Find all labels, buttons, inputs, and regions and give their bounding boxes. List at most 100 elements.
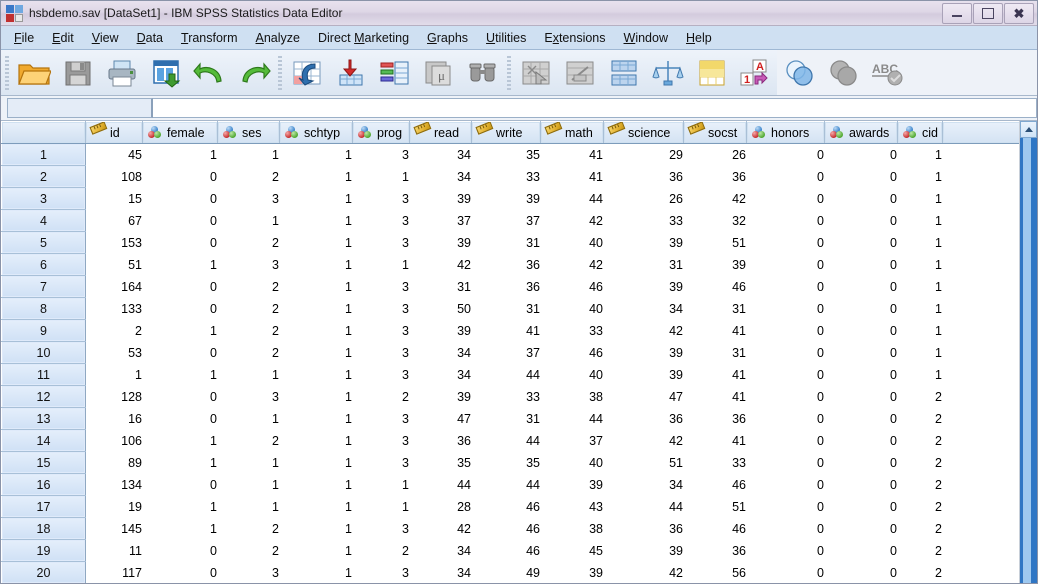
cell-science[interactable]: 44 [603,495,684,518]
cell-blank[interactable] [942,165,1019,188]
toolbar-grip[interactable] [5,55,9,90]
cell-write[interactable]: 46 [471,517,541,540]
cell-socst[interactable]: 46 [683,517,747,540]
cell-read[interactable]: 35 [409,451,472,474]
cell-ses[interactable]: 2 [217,231,280,254]
cell-ses[interactable]: 1 [217,451,280,474]
cell-cid[interactable]: 1 [897,165,943,188]
cell-female[interactable]: 1 [142,143,218,166]
cell-honors[interactable]: 0 [746,165,825,188]
cell-read[interactable]: 34 [409,143,472,166]
cell-ses[interactable]: 3 [217,561,280,583]
cell-awards[interactable]: 0 [824,561,898,583]
cell-schtyp[interactable]: 1 [279,319,353,342]
show-all-variables-icon[interactable] [778,52,822,94]
cell-female[interactable]: 1 [142,429,218,452]
cell-socst[interactable]: 42 [683,187,747,210]
maximize-button[interactable] [973,3,1003,24]
menu-view[interactable]: View [83,28,128,48]
cell-honors[interactable]: 0 [746,407,825,430]
cell-id[interactable]: 128 [85,385,143,408]
cell-id[interactable]: 134 [85,473,143,496]
cell-schtyp[interactable]: 1 [279,539,353,562]
column-header-blank[interactable] [942,121,1019,144]
row-header[interactable]: 11 [1,363,86,386]
cell-ses[interactable]: 2 [217,539,280,562]
cell-honors[interactable]: 0 [746,517,825,540]
cell-id[interactable]: 45 [85,143,143,166]
cell-math[interactable]: 46 [540,341,604,364]
cell-id[interactable]: 2 [85,319,143,342]
cell-female[interactable]: 0 [142,187,218,210]
cell-honors[interactable]: 0 [746,143,825,166]
cell-math[interactable]: 40 [540,363,604,386]
cell-write[interactable]: 36 [471,253,541,276]
cell-read[interactable]: 50 [409,297,472,320]
cell-read[interactable]: 39 [409,187,472,210]
cell-female[interactable]: 1 [142,363,218,386]
cell-math[interactable]: 41 [540,143,604,166]
cell-schtyp[interactable]: 1 [279,495,353,518]
cell-blank[interactable] [942,209,1019,232]
menu-transform[interactable]: Transform [172,28,247,48]
cell-female[interactable]: 0 [142,473,218,496]
cell-math[interactable]: 40 [540,297,604,320]
cell-honors[interactable]: 0 [746,341,825,364]
cell-cid[interactable]: 2 [897,451,943,474]
row-header[interactable]: 5 [1,231,86,254]
cell-awards[interactable]: 0 [824,539,898,562]
split-into-files-icon[interactable] [822,52,866,94]
insert-variable-icon[interactable] [514,52,558,94]
cell-science[interactable]: 42 [603,561,684,583]
cell-cid[interactable]: 1 [897,143,943,166]
cell-blank[interactable] [942,473,1019,496]
cell-socst[interactable]: 46 [683,275,747,298]
cell-prog[interactable]: 1 [352,165,410,188]
cell-write[interactable]: 41 [471,319,541,342]
cell-honors[interactable]: 0 [746,385,825,408]
cell-ses[interactable]: 1 [217,473,280,496]
cell-id[interactable]: 164 [85,275,143,298]
cell-science[interactable]: 36 [603,165,684,188]
cell-value-box[interactable] [153,98,1037,118]
cell-read[interactable]: 42 [409,517,472,540]
cell-awards[interactable]: 0 [824,165,898,188]
cell-blank[interactable] [942,561,1019,583]
cell-schtyp[interactable]: 1 [279,253,353,276]
cell-awards[interactable]: 0 [824,451,898,474]
insert-case-icon[interactable] [461,52,505,94]
cell-cid[interactable]: 2 [897,473,943,496]
cell-read[interactable]: 34 [409,341,472,364]
cell-prog[interactable]: 2 [352,539,410,562]
cell-awards[interactable]: 0 [824,209,898,232]
cell-blank[interactable] [942,143,1019,166]
print-icon[interactable] [100,52,144,94]
column-header-schtyp[interactable]: schtyp [279,121,353,144]
weight-cases-icon[interactable] [602,52,646,94]
cell-id[interactable]: 153 [85,231,143,254]
goto-case-icon[interactable] [285,52,329,94]
row-header[interactable]: 14 [1,429,86,452]
cell-honors[interactable]: 0 [746,363,825,386]
cell-math[interactable]: 42 [540,209,604,232]
cell-science[interactable]: 39 [603,341,684,364]
cell-read[interactable]: 39 [409,231,472,254]
cell-write[interactable]: 33 [471,385,541,408]
cell-math[interactable]: 40 [540,451,604,474]
cell-cid[interactable]: 1 [897,319,943,342]
cell-cid[interactable]: 2 [897,517,943,540]
close-button[interactable]: ✖ [1004,3,1034,24]
cell-write[interactable]: 46 [471,495,541,518]
vertical-scrollbar[interactable] [1019,121,1037,583]
cell-ses[interactable]: 2 [217,165,280,188]
cell-science[interactable]: 34 [603,473,684,496]
row-header[interactable]: 10 [1,341,86,364]
cell-write[interactable]: 44 [471,363,541,386]
cell-cid[interactable]: 2 [897,385,943,408]
cell-socst[interactable]: 36 [683,407,747,430]
cell-math[interactable]: 37 [540,429,604,452]
cell-socst[interactable]: 51 [683,495,747,518]
cell-schtyp[interactable]: 1 [279,341,353,364]
cell-id[interactable]: 11 [85,539,143,562]
cell-blank[interactable] [942,363,1019,386]
